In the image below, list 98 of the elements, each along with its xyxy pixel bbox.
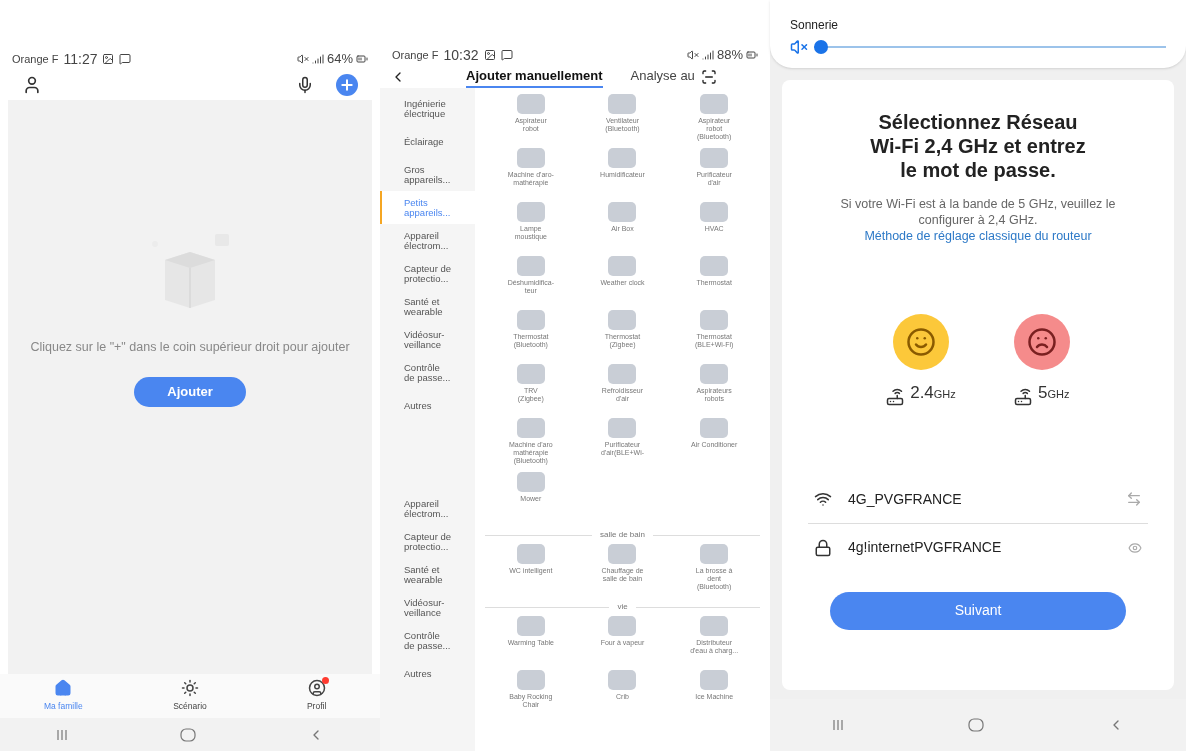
router-icon bbox=[886, 387, 905, 406]
clock-time: 10:32 bbox=[443, 45, 479, 65]
device-photo-placeholder[interactable] bbox=[700, 616, 729, 636]
category-item[interactable]: Santé et wearable bbox=[380, 558, 475, 591]
device-photo-placeholder[interactable] bbox=[608, 544, 637, 564]
message-icon bbox=[119, 53, 132, 65]
password-field[interactable]: 4g!internetPVGFRANCE bbox=[848, 537, 1128, 558]
device-photo-placeholder[interactable] bbox=[608, 202, 637, 222]
carrier-name: Orange F bbox=[12, 51, 59, 67]
device-photo-placeholder[interactable] bbox=[516, 544, 545, 564]
scene-icon bbox=[181, 679, 199, 698]
device-photo-placeholder[interactable] bbox=[516, 256, 545, 276]
wifi-icon bbox=[814, 490, 832, 508]
tab[interactable]: Analyse au bbox=[630, 66, 695, 88]
device-photo-placeholder[interactable] bbox=[516, 310, 545, 330]
volume-label: Sonnerie bbox=[790, 17, 840, 34]
category-item[interactable]: Capteur de protectio... bbox=[380, 257, 475, 290]
category-item[interactable]: Santé et wearable bbox=[380, 290, 475, 323]
category-item[interactable]: Appareil électrom... bbox=[380, 224, 475, 257]
device-photo-placeholder[interactable] bbox=[700, 364, 729, 384]
category-item[interactable]: Vidéosur- veillance bbox=[380, 591, 475, 624]
category-item[interactable]: Autres bbox=[380, 389, 475, 422]
section-title: salle de bain bbox=[600, 529, 645, 541]
mute-icon bbox=[686, 49, 699, 61]
device-photo-placeholder[interactable] bbox=[608, 256, 637, 276]
nav-tab[interactable]: Scénario bbox=[155, 679, 225, 713]
network-name: 4G_PVGFRANCE bbox=[848, 489, 963, 509]
device-photo-placeholder[interactable] bbox=[608, 616, 637, 636]
category-item[interactable]: Ingénierie électrique bbox=[380, 92, 475, 125]
clock-time: 11:27 bbox=[63, 49, 98, 69]
router-method-link[interactable]: Méthode de réglage classique du routeur bbox=[864, 229, 1092, 243]
band-frequency: 2.4GHz bbox=[910, 382, 956, 404]
category-item[interactable]: Gros appareils... bbox=[380, 158, 475, 191]
device-photo-placeholder[interactable] bbox=[516, 148, 545, 168]
tab[interactable]: Ajouter manuellement bbox=[466, 66, 603, 88]
nav-tab[interactable]: Ma famille bbox=[28, 679, 99, 713]
device-photo-placeholder[interactable] bbox=[516, 202, 545, 222]
device-photo-placeholder[interactable] bbox=[700, 418, 729, 438]
home-icon bbox=[54, 679, 73, 698]
device-photo-placeholder[interactable] bbox=[608, 418, 637, 438]
battery-level: 64% bbox=[326, 50, 353, 69]
category-item[interactable]: Appareil électrom... bbox=[380, 492, 475, 525]
section-title: vie bbox=[617, 601, 628, 613]
add-device-button[interactable]: Ajouter bbox=[134, 376, 246, 407]
eye-icon[interactable] bbox=[1128, 540, 1142, 555]
lock-icon bbox=[814, 538, 832, 557]
empty-state-message: Cliquez sur le "+" dans le coin supérieur droit pour ajouter bbox=[30, 339, 350, 356]
scan-icon[interactable] bbox=[700, 69, 717, 85]
add-button[interactable] bbox=[336, 74, 358, 96]
device-photo-placeholder[interactable] bbox=[608, 310, 637, 330]
device-photo-placeholder[interactable] bbox=[516, 94, 545, 114]
device-photo-placeholder[interactable] bbox=[700, 670, 729, 690]
dialog-title: Sélectionnez Réseau Wi-Fi 2,4 GHz et entrez le mot de passe. bbox=[870, 110, 1086, 182]
device-photo-placeholder[interactable] bbox=[608, 148, 637, 168]
image-icon bbox=[102, 53, 115, 65]
mute-icon bbox=[296, 53, 309, 65]
category-item[interactable]: Capteur de protectio... bbox=[380, 525, 475, 558]
device-photo-placeholder[interactable] bbox=[608, 670, 637, 690]
battery-icon bbox=[356, 53, 368, 65]
instructions-text: Si votre Wi-Fi est à la bande de 5 GHz, veuillez le configurer à 2,4 GHz. Méthode de réglage classique du routeur bbox=[839, 196, 1117, 244]
next-button[interactable]: Suivant bbox=[830, 591, 1126, 630]
device-photo-placeholder[interactable] bbox=[516, 472, 545, 492]
category-item[interactable]: Contrôle de passe... bbox=[380, 356, 475, 389]
device-photo-placeholder[interactable] bbox=[608, 364, 637, 384]
device-photo-placeholder[interactable] bbox=[608, 94, 637, 114]
device-photo-placeholder[interactable] bbox=[700, 256, 729, 276]
category-item[interactable]: Contrôle de passe... bbox=[380, 624, 475, 657]
category-item[interactable]: Petits appareils... bbox=[380, 191, 475, 224]
device-photo-placeholder[interactable] bbox=[700, 202, 729, 222]
device-photo-placeholder[interactable] bbox=[700, 310, 729, 330]
category-item[interactable]: Vidéosur- veillance bbox=[380, 323, 475, 356]
battery-icon bbox=[746, 49, 758, 61]
message-icon bbox=[500, 49, 513, 61]
device-photo-placeholder[interactable] bbox=[516, 616, 545, 636]
router-icon bbox=[1014, 387, 1033, 406]
battery-level: 88% bbox=[716, 46, 743, 65]
device-photo-placeholder[interactable] bbox=[516, 670, 545, 690]
nav-tab[interactable]: Profil bbox=[281, 679, 352, 713]
device-photo-placeholder[interactable] bbox=[700, 148, 729, 168]
microphone-icon[interactable] bbox=[296, 76, 314, 94]
recent-apps-icon[interactable] bbox=[832, 719, 844, 731]
mute-icon[interactable] bbox=[790, 38, 808, 56]
profile-icon bbox=[307, 679, 326, 698]
carrier-name: Orange F bbox=[392, 47, 439, 63]
device-photo-placeholder[interactable] bbox=[516, 364, 545, 384]
device-photo-placeholder[interactable] bbox=[700, 94, 729, 114]
category-item[interactable]: Éclairage bbox=[380, 125, 475, 158]
device-photo-placeholder[interactable] bbox=[516, 418, 545, 438]
volume-thumb[interactable] bbox=[814, 40, 828, 54]
image-icon bbox=[483, 49, 496, 61]
band-frequency: 5GHz bbox=[1038, 382, 1070, 404]
plus-icon bbox=[339, 77, 355, 93]
volume-track[interactable] bbox=[814, 40, 1166, 54]
user-icon[interactable] bbox=[22, 75, 42, 95]
category-item[interactable]: Autres bbox=[380, 657, 475, 690]
recent-apps-icon[interactable] bbox=[56, 728, 68, 741]
device-photo-placeholder[interactable] bbox=[700, 544, 729, 564]
swap-icon[interactable] bbox=[1126, 491, 1142, 507]
